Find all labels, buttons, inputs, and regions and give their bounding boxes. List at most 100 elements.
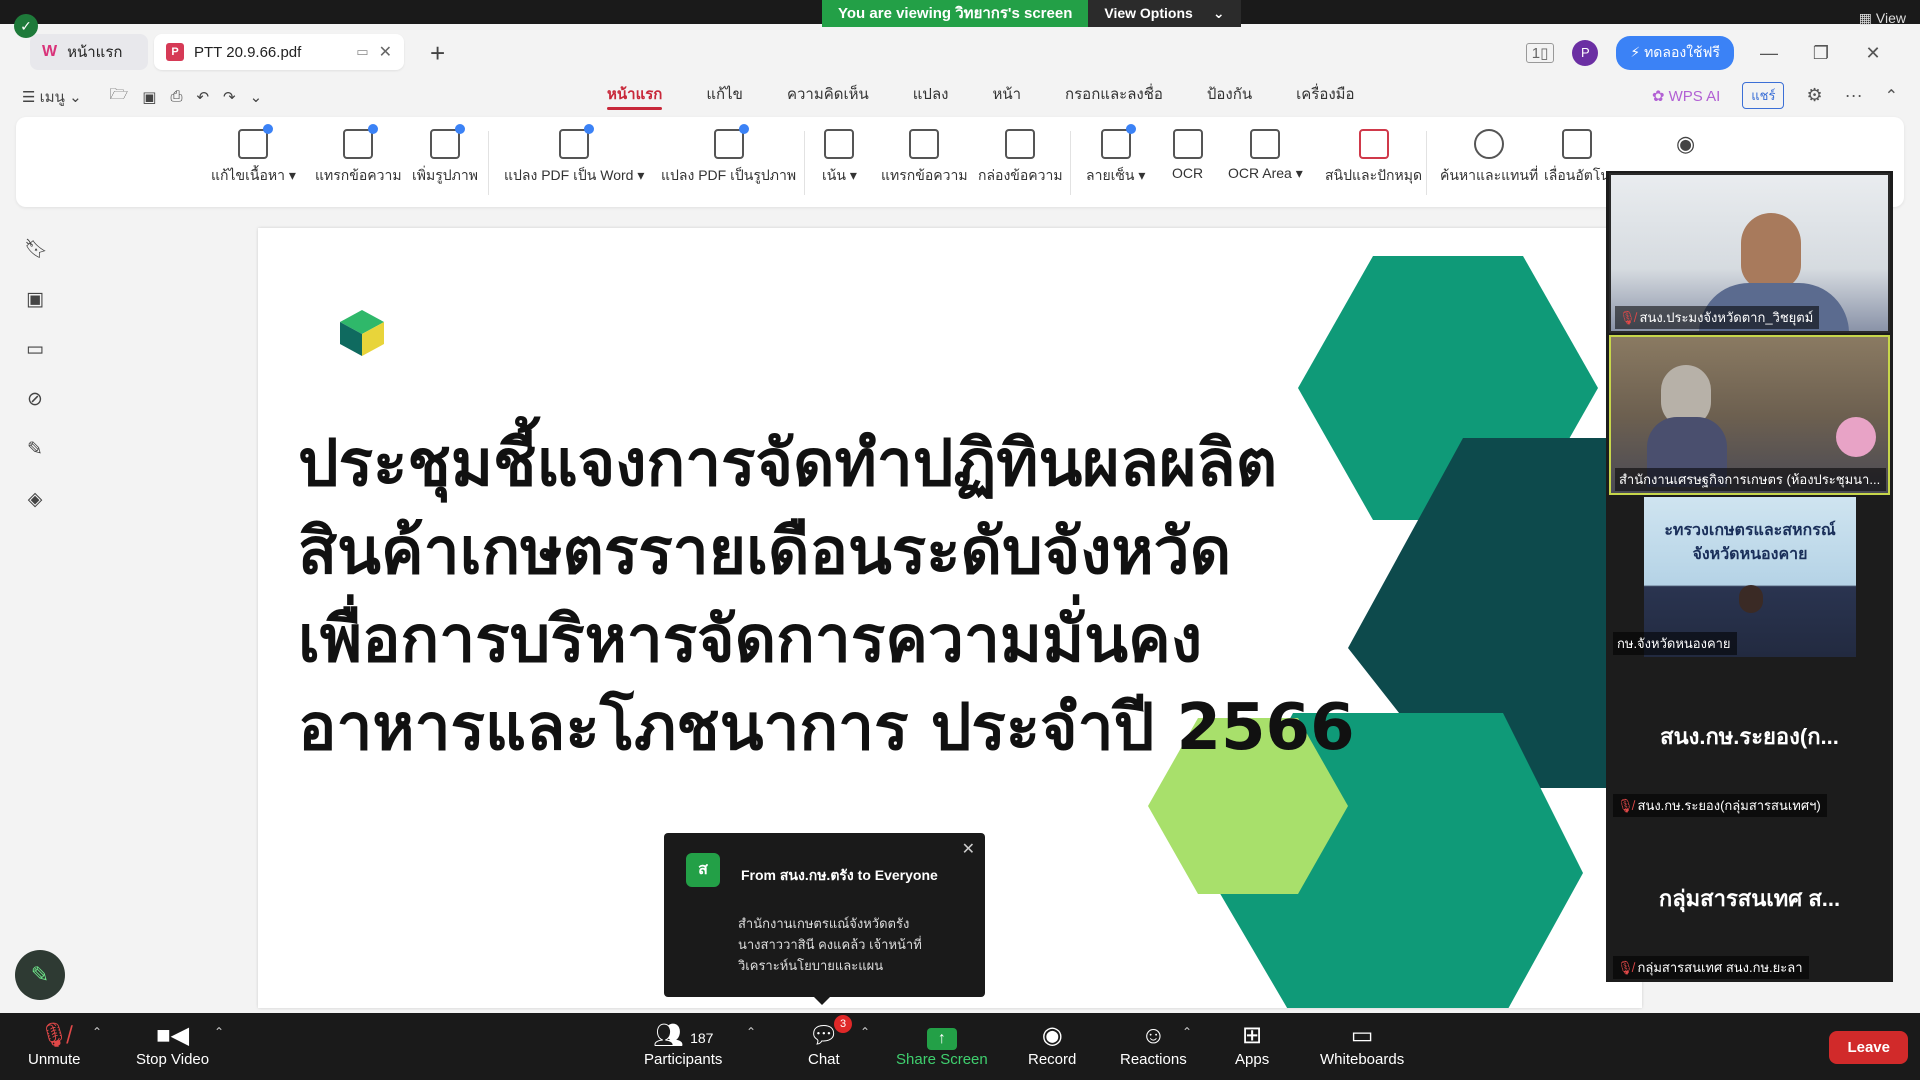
- ocr-area-button[interactable]: OCR Area ▾: [1228, 129, 1303, 182]
- print-icon[interactable]: ⎙: [170, 88, 182, 105]
- whiteboards-button[interactable]: ▭ Whiteboards: [1320, 1021, 1404, 1068]
- view-button[interactable]: ▦ View: [1859, 10, 1906, 27]
- participant-name-text: กษ.จังหวัดหนองคาย: [1617, 636, 1731, 651]
- tab-pdf-label: PTT 20.9.66.pdf: [194, 43, 302, 61]
- chat-bubble-icon: 💬︎ 3: [808, 1015, 852, 1051]
- redo-icon[interactable]: ↷: [223, 88, 236, 106]
- tab-home[interactable]: W หน้าแรก: [30, 34, 148, 70]
- open-folder-icon[interactable]: 🗁: [110, 84, 129, 109]
- share-screen-button[interactable]: ↑ Share Screen: [896, 1021, 988, 1068]
- signature-button[interactable]: ลายเซ็น ▾: [1086, 124, 1146, 187]
- collapse-ribbon-icon[interactable]: ⌃: [1885, 86, 1898, 106]
- backdrop-text: ะทรวงเกษตรและสหกรณ์ จังหวัดหนองคาย: [1644, 519, 1856, 567]
- whiteboards-label: Whiteboards: [1320, 1051, 1405, 1068]
- window-count-icon[interactable]: 1▯: [1525, 43, 1555, 63]
- ocr-button[interactable]: OCR: [1172, 129, 1203, 181]
- nav-tab-convert[interactable]: แปลง: [891, 84, 971, 110]
- slide-title: ประชุมชี้แจงการจัดทำปฏิทินผลผลิต สินค้าเ…: [298, 420, 1355, 772]
- unmute-button[interactable]: 🎙︎̸ Unmute: [28, 1021, 81, 1068]
- view-options-button[interactable]: View Options ⌄: [1088, 0, 1241, 27]
- close-tab-icon[interactable]: ✕: [379, 42, 392, 62]
- free-trial-button[interactable]: ⚡ ทดลองใช้ฟรี: [1616, 36, 1734, 70]
- nav-tab-page[interactable]: หน้า: [970, 84, 1043, 110]
- leave-button[interactable]: Leave: [1829, 1031, 1908, 1064]
- chat-button[interactable]: 💬︎ 3 Chat: [808, 1015, 852, 1068]
- close-icon[interactable]: ✕: [962, 839, 975, 859]
- reactions-caret-icon[interactable]: ⌃: [1182, 1025, 1192, 1039]
- ribbon-label: OCR Area ▾: [1228, 165, 1303, 181]
- participant-name: 🎙︎̸ สนง.ประมงจังหวัดตาก_วิชยุตม์: [1615, 306, 1820, 329]
- video-tile[interactable]: สนง.กษ.ระยอง(ก... 🎙︎̸ สนง.กษ.ระยอง(กลุ่มส…: [1609, 659, 1890, 819]
- ribbon-label: เพิ่มรูปภาพ: [412, 167, 478, 183]
- pdf-to-word-button[interactable]: แปลง PDF เป็น Word ▾: [504, 124, 644, 187]
- nav-tab-fill-sign[interactable]: กรอกและลงชื่อ: [1043, 84, 1185, 110]
- ocr-icon: [1172, 129, 1203, 159]
- edit-content-button[interactable]: แก้ไขเนื้อหา ▾: [211, 124, 296, 187]
- chat-notification[interactable]: ส From สนง.กษ.ตรัง to Everyone ✕ สำนักงา…: [664, 833, 985, 1005]
- video-options-caret-icon[interactable]: ⌃: [214, 1025, 224, 1039]
- nav-tab-protect[interactable]: ป้องกัน: [1185, 84, 1274, 110]
- record-button[interactable]: ◉ Record: [1028, 1021, 1076, 1068]
- audio-options-caret-icon[interactable]: ⌃: [92, 1025, 102, 1039]
- apps-button[interactable]: ⊞ Apps: [1235, 1021, 1269, 1068]
- annotate-pen-icon[interactable]: ✎: [15, 950, 65, 1000]
- comment-icon[interactable]: ▭: [24, 339, 46, 361]
- slide-title-line: เพื่อการบริหารจัดการความมั่นคง: [298, 603, 1203, 677]
- highlight-button[interactable]: เน้น ▾: [822, 129, 857, 187]
- participant-name: 🎙︎̸ สนง.กษ.ระยอง(กลุ่มสารสนเทศฯ): [1613, 794, 1827, 817]
- auto-scroll-button[interactable]: เลื่อนอัตโน: [1544, 129, 1610, 187]
- bookmark-icon[interactable]: 🔖︎: [24, 239, 48, 261]
- nav-tab-comment[interactable]: ความคิดเห็น: [765, 84, 891, 110]
- close-window-icon[interactable]: ✕: [1856, 43, 1890, 64]
- auto-scroll-icon: [1561, 129, 1592, 159]
- minimize-icon[interactable]: —: [1752, 43, 1786, 64]
- stop-video-button[interactable]: ■◀ Stop Video: [136, 1021, 209, 1068]
- zoom-control-bar: 🎙︎̸ Unmute ⌃ ■◀ Stop Video ⌃ 👥︎ 187 Part…: [0, 1013, 1920, 1080]
- video-tile-active-speaker[interactable]: สำนักงานเศรษฐกิจการเกษตร (ห้องประชุมนา..…: [1609, 335, 1890, 495]
- chat-message: สำนักงานเกษตรแณ์จังหวัดตรัง นางสาววาสินี…: [738, 913, 968, 976]
- video-tile[interactable]: กลุ่มสารสนเทศ ส... 🎙︎̸ กลุ่มสารสนเทศ สนง.…: [1609, 821, 1890, 981]
- chat-caret-icon[interactable]: ⌃: [860, 1025, 870, 1039]
- ribbon-label: ลายเซ็น ▾: [1086, 167, 1146, 183]
- reactions-button[interactable]: ☺ Reactions: [1120, 1021, 1187, 1068]
- hamburger-icon: ☰: [22, 88, 36, 106]
- sign-icon[interactable]: ✎: [24, 439, 46, 461]
- chat-sender-avatar: ส: [686, 853, 720, 887]
- menu-button[interactable]: ☰ เมนู ⌄: [22, 85, 82, 109]
- security-shield-icon[interactable]: ✓: [14, 14, 38, 38]
- participants-button[interactable]: 👥︎ 187 Participants: [644, 1021, 722, 1068]
- tab-pdf-document[interactable]: P PTT 20.9.66.pdf ▭ ✕: [154, 34, 404, 70]
- nav-tab-home[interactable]: หน้าแรก: [585, 84, 684, 110]
- share-button[interactable]: แชร์: [1742, 82, 1785, 109]
- attachment-icon[interactable]: ⊘: [24, 389, 46, 411]
- insert-comment-icon: [909, 129, 940, 159]
- window-icon[interactable]: ▭: [356, 44, 368, 60]
- video-tile[interactable]: 🎙︎̸ สนง.ประมงจังหวัดตาก_วิชยุตม์: [1609, 173, 1890, 333]
- save-icon[interactable]: ▣: [142, 88, 156, 106]
- undo-icon[interactable]: ↶: [196, 88, 209, 106]
- ribbon-divider: [1070, 131, 1071, 195]
- insert-text-button[interactable]: แทรกข้อความ: [315, 124, 402, 187]
- thumbnail-icon[interactable]: ▣: [24, 289, 46, 311]
- nav-tab-edit[interactable]: แก้ไข: [684, 84, 765, 110]
- more-options-icon[interactable]: ···: [1845, 85, 1863, 106]
- text-box-button[interactable]: กล่องข้อความ: [978, 129, 1063, 187]
- restore-icon[interactable]: ❐: [1804, 43, 1838, 64]
- nav-tab-tools[interactable]: เครื่องมือ: [1274, 84, 1376, 110]
- find-replace-button[interactable]: ค้นหาและแทนที่: [1440, 129, 1538, 187]
- participants-caret-icon[interactable]: ⌃: [746, 1025, 756, 1039]
- video-tile[interactable]: ะทรวงเกษตรและสหกรณ์ จังหวัดหนองคาย กษ.จั…: [1609, 497, 1890, 657]
- settings-gear-icon[interactable]: ⚙: [1806, 85, 1822, 106]
- user-avatar[interactable]: P: [1572, 40, 1599, 66]
- chat-message-line: วิเคราะห์นโยบายและแผน: [738, 958, 884, 973]
- layers-icon[interactable]: ◈: [24, 489, 46, 511]
- chevron-down-icon[interactable]: ⌄: [250, 88, 263, 106]
- wps-ai-button[interactable]: ✿ WPS AI: [1652, 87, 1720, 105]
- add-tab-icon[interactable]: +: [430, 38, 445, 69]
- ribbon-divider: [488, 131, 489, 195]
- read-mode-button[interactable]: ◉: [1676, 131, 1695, 157]
- snip-pin-button[interactable]: สนิปและปักหมุด: [1325, 129, 1422, 187]
- add-image-button[interactable]: เพิ่มรูปภาพ: [412, 124, 478, 187]
- insert-comment-button[interactable]: แทรกข้อความ: [881, 129, 968, 187]
- pdf-to-image-button[interactable]: แปลง PDF เป็นรูปภาพ: [661, 124, 796, 187]
